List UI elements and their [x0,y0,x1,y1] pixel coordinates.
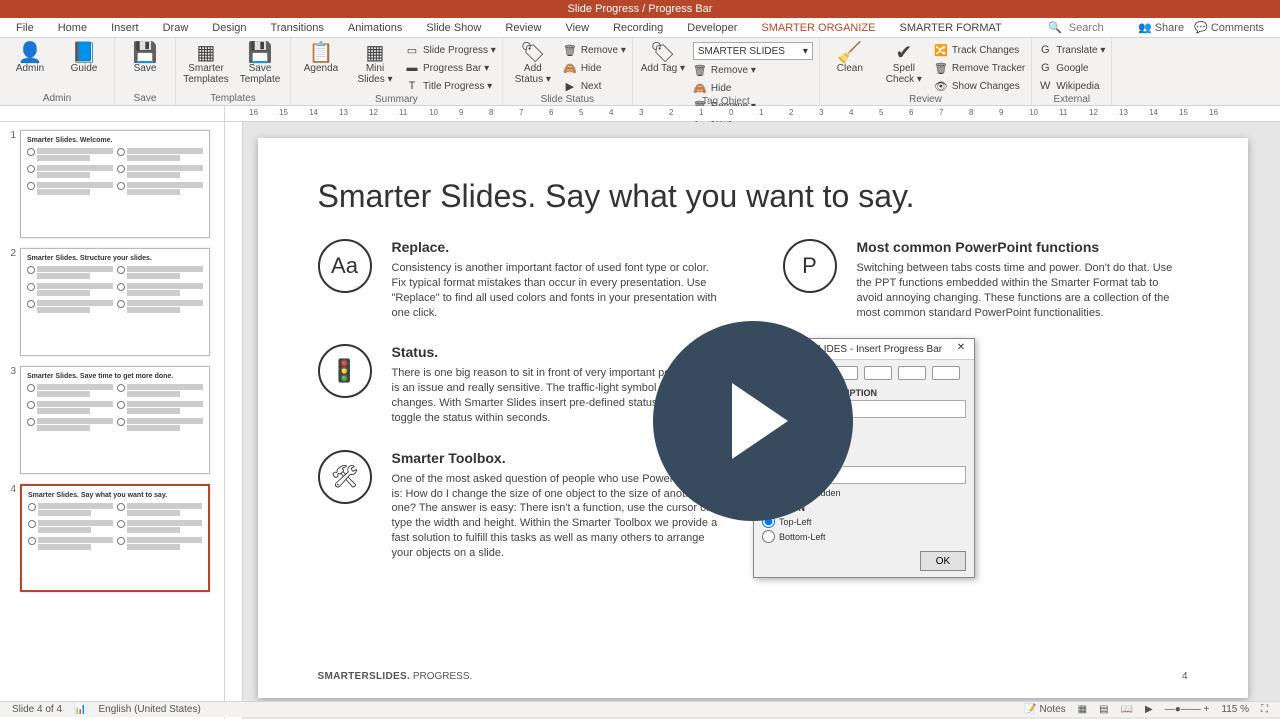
block-icon: P [783,239,837,293]
ribbon-add-status-[interactable]: 🏷Add Status ▾ [509,40,557,85]
ribbon-clean[interactable]: 🧹Clean [826,40,874,75]
comments-button[interactable]: 💬 Comments [1194,21,1264,34]
thumbnail-1[interactable]: Smarter Slides. Welcome. [20,130,210,238]
ok-button[interactable]: OK [920,551,966,571]
block-text: Consistency is another important factor … [392,261,723,320]
ribbon-spell-check-[interactable]: ✔Spell Check ▾ [880,40,928,85]
ribbon-add-tag-[interactable]: 🏷Add Tag ▾ [639,40,687,75]
block-icon: 🚦 [318,344,372,398]
canvas: Smarter Slides. Say what you want to say… [225,122,1280,719]
view-normal[interactable]: ▦ [1078,704,1087,715]
thumbnail-3[interactable]: Smarter Slides. Save time to get more do… [20,366,210,474]
tab-developer[interactable]: Developer [675,18,749,38]
ribbon-small-wikipedia[interactable]: WWikipedia [1038,78,1105,94]
ribbon-small-next[interactable]: ▶Next [563,78,626,94]
ribbon-small-translate-[interactable]: GTranslate ▾ [1038,42,1105,58]
page-number: 4 [1182,671,1188,682]
tab-view[interactable]: View [553,18,601,38]
vertical-ruler [225,122,243,719]
view-slideshow[interactable]: ▶ [1145,704,1153,715]
tab-insert[interactable]: Insert [99,18,151,38]
ribbon-small-remove-[interactable]: 🗑Remove ▾ [563,42,626,58]
style-option-6[interactable] [932,366,960,380]
tab-animations[interactable]: Animations [336,18,414,38]
tab-slide-show[interactable]: Slide Show [414,18,493,38]
style-option-5[interactable] [898,366,926,380]
tab-recording[interactable]: Recording [601,18,675,38]
fit-icon[interactable]: ⛶ [1261,704,1268,715]
status-slide: Slide 4 of 4 [12,704,62,715]
tab-transitions[interactable]: Transitions [259,18,336,38]
ribbon-mini-slides-[interactable]: ▦Mini Slides ▾ [351,40,399,85]
ribbon-small-hide[interactable]: 🙈Hide [693,80,813,96]
tag-dropdown[interactable]: SMARTER SLIDES▾ [693,42,813,60]
slide-title: Smarter Slides. Say what you want to say… [318,178,1188,215]
status-bar: Slide 4 of 4 📊 English (United States) 📝… [0,701,1280,717]
ribbon-admin[interactable]: 👤Admin [6,40,54,75]
thumbnail-2[interactable]: Smarter Slides. Structure your slides. [20,248,210,356]
ribbon-smarter-templates[interactable]: ▦Smarter Templates [182,40,230,85]
block-text: Switching between tabs costs time and po… [857,261,1188,320]
status-language[interactable]: English (United States) [99,704,201,715]
tab-review[interactable]: Review [493,18,553,38]
title-bar: Slide Progress / Progress Bar [0,0,1280,18]
ribbon-small-title-progress-[interactable]: TTitle Progress ▾ [405,78,496,94]
tab-smarter-format[interactable]: SMARTER FORMAT [887,18,1013,38]
play-button[interactable] [653,321,853,521]
ribbon-save[interactable]: 💾Save [121,40,169,75]
footer-brand: SMARTERSLIDES. [318,671,411,682]
block-icon: 🛠 [318,450,372,504]
ribbon-small-track-changes[interactable]: 🔀Track Changes [934,42,1025,58]
ribbon-small-remove-[interactable]: 🗑Remove ▾ [693,62,813,78]
ribbon-guide[interactable]: 📘Guide [60,40,108,75]
footer-sub: PROGRESS. [413,671,472,682]
ribbon-small-slide-progress-[interactable]: ▭Slide Progress ▾ [405,42,496,58]
slide-thumbnails: 1Smarter Slides. Welcome.2Smarter Slides… [0,122,225,719]
ruler: 1615141312111098765432101234567891011121… [0,106,1280,122]
ribbon-small-progress-bar-[interactable]: ▬Progress Bar ▾ [405,60,496,76]
ribbon-small-show-changes[interactable]: 👁Show Changes [934,78,1025,94]
thumbnail-4[interactable]: Smarter Slides. Say what you want to say… [20,484,210,592]
app-title: Slide Progress / Progress Bar [568,3,713,15]
block-icon: Aa [318,239,372,293]
style-option-4[interactable] [864,366,892,380]
block-heading: Replace. [392,239,723,255]
zoom-level[interactable]: 115 % [1221,704,1249,715]
tab-home[interactable]: Home [46,18,99,38]
ribbon-save-template[interactable]: 💾Save Template [236,40,284,85]
block-heading: Status. [392,344,723,360]
ribbon-small-hide[interactable]: 🙈Hide [563,60,626,76]
tell-me[interactable]: 🔍 Search [1048,21,1104,34]
pos-bottom-left[interactable] [762,530,775,543]
tab-smarter-organize[interactable]: SMARTER ORGANIZE [749,18,887,38]
ribbon-small-remove-tracker[interactable]: 🗑Remove Tracker [934,60,1025,76]
ribbon-tabs: FileHomeInsertDrawDesignTransitionsAnima… [0,18,1280,38]
share-button[interactable]: 👥 Share [1138,21,1184,34]
ribbon-small-google[interactable]: GGoogle [1038,60,1105,76]
notes-button[interactable]: 📝 Notes [1024,704,1065,715]
tab-design[interactable]: Design [200,18,258,38]
block-heading: Most common PowerPoint functions [857,239,1188,255]
tab-draw[interactable]: Draw [151,18,201,38]
ribbon-agenda[interactable]: 📋Agenda [297,40,345,75]
view-reading[interactable]: 📖 [1121,704,1133,715]
tab-file[interactable]: File [4,18,46,38]
view-sorter[interactable]: ▤ [1099,704,1108,715]
ribbon: 👤Admin📘GuideAdmin💾SaveSave▦Smarter Templ… [0,38,1280,106]
block-text: One of the most asked question of people… [392,472,723,561]
close-icon[interactable]: ✕ [954,342,968,356]
